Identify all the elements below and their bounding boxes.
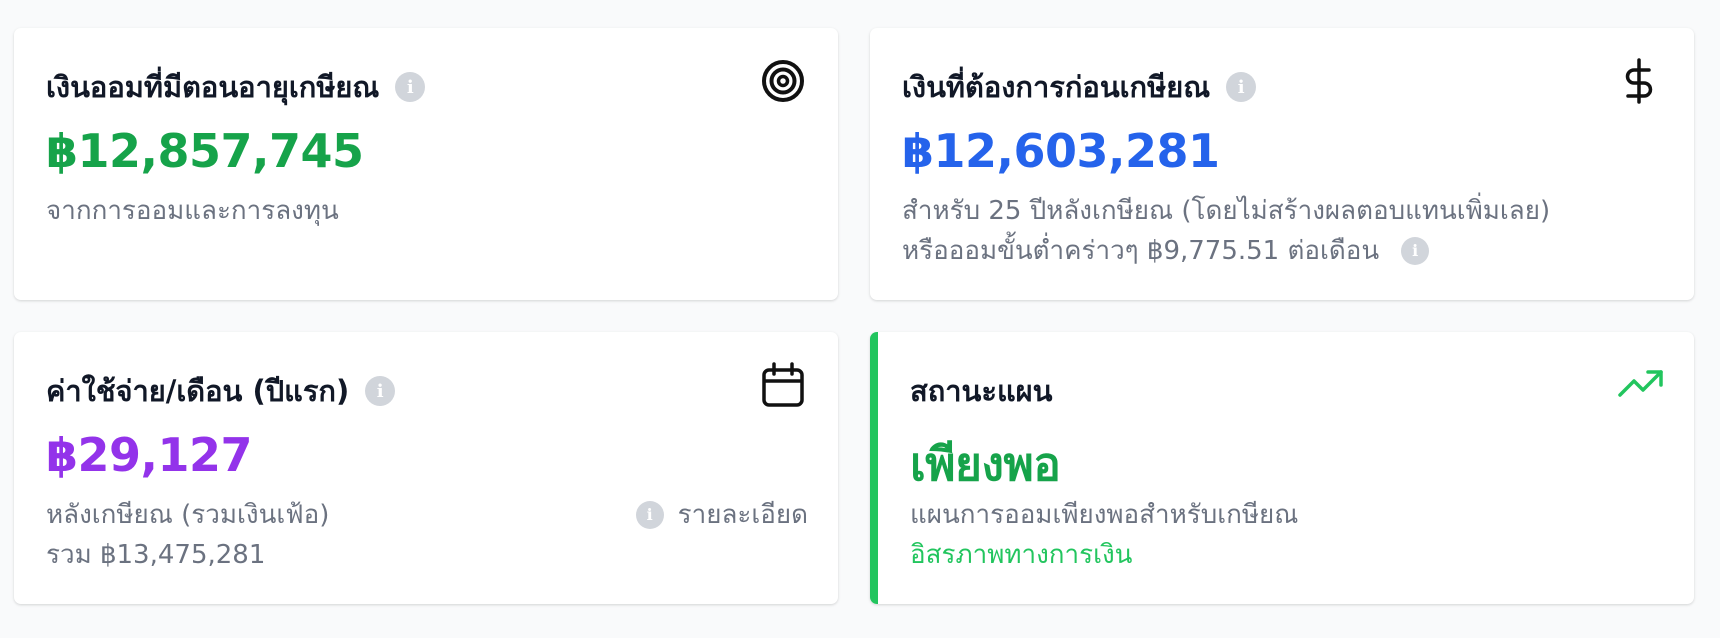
- dollar-icon: [1625, 58, 1653, 104]
- details-link[interactable]: i รายละเอียด: [635, 494, 808, 535]
- savings-title-text: เงินออมที่มีตอนอายุเกษียณ: [46, 70, 380, 104]
- info-icon[interactable]: i: [395, 72, 426, 102]
- info-icon[interactable]: i: [1226, 72, 1257, 102]
- savings-value: ฿12,857,745: [46, 124, 364, 178]
- card-title: เงินออมที่มีตอนอายุเกษียณ i: [46, 64, 426, 110]
- details-label: รายละเอียด: [677, 500, 808, 530]
- card-title: เงินที่ต้องการก่อนเกษียณ i: [902, 64, 1257, 110]
- savings-at-retirement-card: เงินออมที่มีตอนอายุเกษียณ i ฿12,857,745 …: [14, 28, 838, 300]
- target-icon: [762, 60, 804, 102]
- monthly-expense-card: ค่าใช้จ่าย/เดือน (ปีแรก) i ฿29,127 หลังเ…: [14, 332, 838, 604]
- minimum-saving-text: หรือออมขั้นต่ำคร่าวๆ ฿9,775.51 ต่อเดือน: [902, 236, 1380, 266]
- info-icon[interactable]: i: [1401, 236, 1430, 265]
- status-accent-bar: [870, 332, 878, 604]
- monthly-expense-value: ฿29,127: [46, 428, 253, 482]
- money-needed-value: ฿12,603,281: [902, 124, 1220, 178]
- minimum-saving-row: หรือออมขั้นต่ำคร่าวๆ ฿9,775.51 ต่อเดือน …: [902, 230, 1430, 271]
- savings-subtitle: จากการออมและการลงทุน: [46, 196, 339, 226]
- money-needed-title-text: เงินที่ต้องการก่อนเกษียณ: [902, 70, 1211, 104]
- plan-status-title: สถานะแผน: [910, 374, 1053, 408]
- total-expense-text: รวม ฿13,475,281: [46, 540, 266, 570]
- money-needed-card: เงินที่ต้องการก่อนเกษียณ i ฿12,603,281 ส…: [870, 28, 1694, 300]
- monthly-expense-subtitle: หลังเกษียณ (รวมเงินเฟ้อ): [46, 500, 330, 530]
- plan-status-value: เพียงพอ: [910, 437, 1061, 491]
- info-icon: i: [635, 500, 664, 529]
- plan-status-note: อิสรภาพทางการเงิน: [910, 540, 1133, 570]
- monthly-expense-title-text: ค่าใช้จ่าย/เดือน (ปีแรก): [46, 374, 350, 408]
- money-needed-subtitle: สำหรับ 25 ปีหลังเกษียณ (โดยไม่สร้างผลตอบ…: [902, 196, 1551, 226]
- card-title: ค่าใช้จ่าย/เดือน (ปีแรก) i: [46, 368, 396, 414]
- calendar-icon: [762, 362, 804, 407]
- info-icon[interactable]: i: [365, 376, 396, 406]
- plan-status-subtitle: แผนการออมเพียงพอสำหรับเกษียณ: [910, 500, 1299, 530]
- plan-status-card: สถานะแผน เพียงพอ แผนการออมเพียงพอสำหรับเ…: [870, 332, 1694, 604]
- trending-up-icon: [1618, 370, 1663, 397]
